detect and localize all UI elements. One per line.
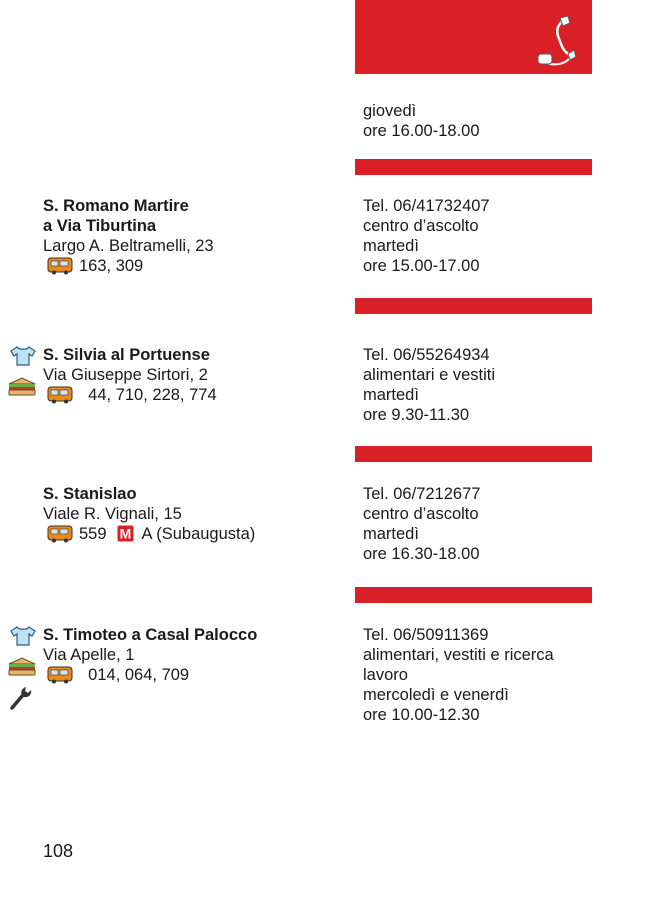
entry-service: alimentari, vestiti e ricerca — [363, 646, 554, 664]
metro-letter: M — [119, 526, 131, 542]
metro-icon: M — [117, 525, 134, 542]
separator-bar — [355, 298, 592, 314]
page-number: 108 — [43, 841, 74, 861]
entry-name: a Via Tiburtina — [43, 217, 157, 235]
entry-name: S. Romano Martire — [43, 197, 189, 215]
separator-bar — [355, 159, 592, 175]
food-icon — [8, 657, 36, 676]
clothes-icon — [10, 346, 36, 366]
entry-hours: ore 16.30-18.00 — [363, 545, 480, 563]
entry-stanislao: S. Stanislao Viale R. Vignali, 15 559 M … — [43, 484, 255, 544]
entry-name: S. Stanislao — [43, 485, 137, 503]
clothes-icon — [10, 626, 36, 646]
separator-bar — [355, 587, 592, 603]
bus-icon — [47, 257, 73, 275]
bus-icon — [47, 666, 73, 684]
entry-romano-martire-details: Tel. 06/41732407 centro d’ascolto marted… — [363, 196, 490, 276]
bus-numbers: 163, 309 — [79, 257, 144, 275]
entry-hours: ore 9.30-11.30 — [363, 406, 470, 424]
entry-address: Largo A. Beltramelli, 23 — [43, 237, 214, 255]
bus-numbers: 014, 064, 709 — [88, 666, 190, 684]
entry-silvia-portuense-details: Tel. 06/55264934 alimentari e vestiti ma… — [363, 345, 495, 425]
metro-line: A (Subaugusta) — [141, 525, 256, 543]
entry-silvia-portuense: S. Silvia al Portuense Via Giuseppe Sirt… — [43, 345, 217, 405]
separator-bar — [355, 446, 592, 462]
entry-phone: Tel. 06/55264934 — [363, 346, 490, 364]
entry-day: martedì — [363, 386, 419, 404]
entry-phone: Tel. 06/41732407 — [363, 197, 490, 215]
wrench-icon — [10, 687, 32, 710]
entry-address: Via Giuseppe Sirtori, 2 — [43, 366, 208, 384]
entry-timoteo-casal-palocco: S. Timoteo a Casal Palocco Via Apelle, 1… — [43, 625, 257, 685]
entry-address: Viale R. Vignali, 15 — [43, 505, 182, 523]
entry-phone: Tel. 06/50911369 — [363, 626, 489, 644]
continued-time: ore 16.00-18.00 — [363, 122, 480, 140]
phone-icon — [537, 15, 577, 66]
entry-romano-martire: S. Romano Martire a Via Tiburtina Largo … — [43, 196, 214, 276]
header-red-box — [355, 0, 592, 74]
entry-stanislao-details: Tel. 06/7212677 centro d’ascolto martedì… — [363, 484, 480, 564]
food-icon — [8, 377, 36, 396]
bus-icon — [47, 386, 73, 404]
entry-hours: ore 10.00-12.30 — [363, 706, 480, 724]
entry-service: centro d’ascolto — [363, 217, 479, 235]
entry-address: Via Apelle, 1 — [43, 646, 135, 664]
bus-line: 163, 309 — [43, 256, 214, 276]
entry-service: centro d’ascolto — [363, 505, 479, 523]
bus-numbers: 44, 710, 228, 774 — [88, 386, 217, 404]
entry-day: mercoledì e venerdì — [363, 686, 509, 704]
entry-day: martedì — [363, 237, 419, 255]
bus-numbers: 559 — [79, 525, 107, 543]
bus-line: 559 M A (Subaugusta) — [43, 524, 255, 544]
bus-line: 014, 064, 709 — [43, 665, 257, 685]
entry-name: S. Silvia al Portuense — [43, 346, 210, 364]
entry-hours: ore 15.00-17.00 — [363, 257, 480, 275]
entry-service: alimentari e vestiti — [363, 366, 496, 384]
bus-line: 44, 710, 228, 774 — [43, 385, 217, 405]
entry-phone: Tel. 06/7212677 — [363, 485, 481, 503]
entry-service-cont: lavoro — [363, 666, 408, 684]
entry-name: S. Timoteo a Casal Palocco — [43, 626, 258, 644]
continued-hours: giovedì ore 16.00-18.00 — [363, 101, 480, 141]
entry-day: martedì — [363, 525, 419, 543]
continued-day: giovedì — [363, 102, 417, 120]
bus-icon — [47, 525, 73, 543]
entry-timoteo-casal-palocco-details: Tel. 06/50911369 alimentari, vestiti e r… — [363, 625, 554, 725]
